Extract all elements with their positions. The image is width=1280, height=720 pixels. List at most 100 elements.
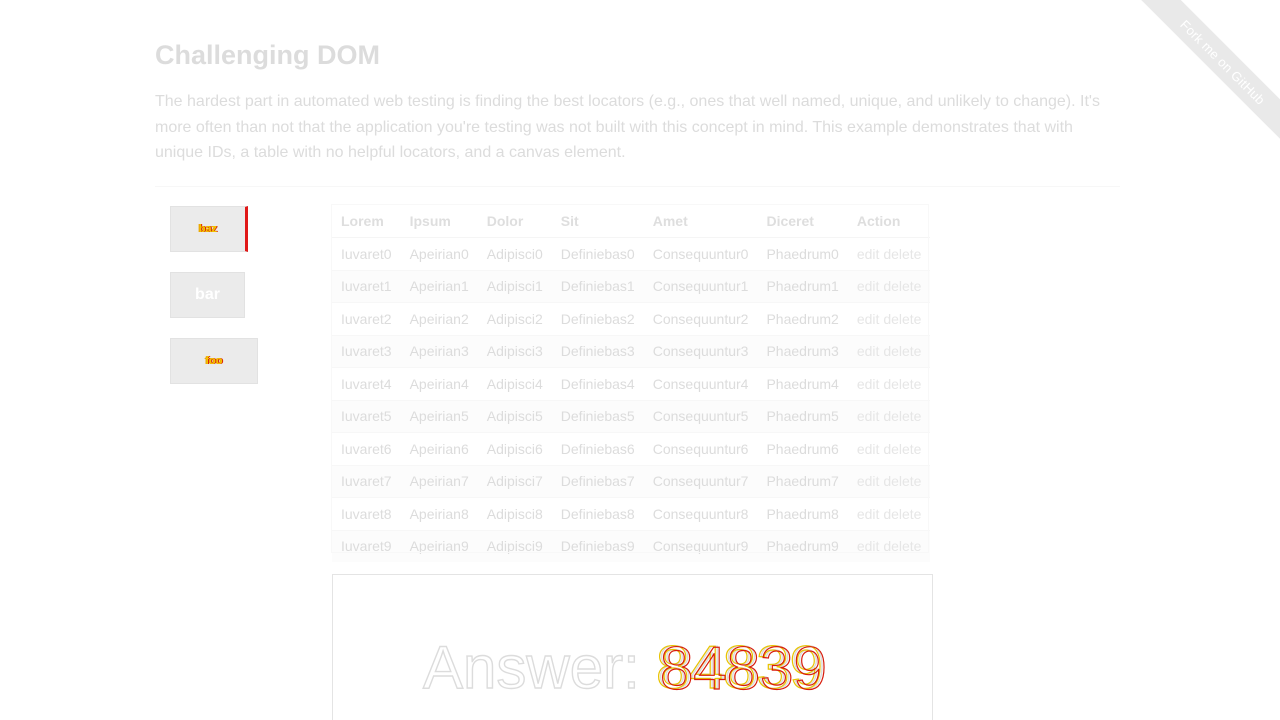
table-cell: Iuvaret0 (332, 237, 401, 270)
table-cell: Apeirian6 (400, 432, 478, 465)
table-cell: Apeirian2 (400, 302, 478, 335)
alert-button-label: baz (198, 223, 218, 235)
edit-link[interactable]: edit (857, 408, 880, 424)
table-cell: Definiebas2 (551, 302, 644, 335)
table-cell: Definiebas9 (551, 529, 644, 562)
github-ribbon[interactable]: Fork me on GitHub (1130, 0, 1280, 150)
table-cell: Consequuntur2 (643, 302, 758, 335)
table-row: Iuvaret9 Apeirian9 Adipisci9 Definiebas9 Con… (332, 529, 931, 562)
table-cell: Apeirian3 (400, 334, 478, 368)
column-header: Amet (643, 205, 758, 238)
table-cell: Phaedrum5 (757, 399, 848, 433)
page-description: The hardest part in automated web testin… (155, 93, 1100, 161)
edit-link[interactable]: edit (857, 376, 880, 392)
table-cell: Consequuntur4 (643, 367, 758, 400)
table-row: Iuvaret7 Apeirian7 Adipisci7 Definiebas7 Con… (332, 464, 931, 498)
action-cell: edit delete (847, 464, 931, 498)
delete-link[interactable]: delete (883, 278, 921, 294)
page-title: Challenging DOM (155, 40, 380, 70)
table-cell: Consequuntur3 (643, 334, 758, 368)
delete-link[interactable]: delete (883, 408, 921, 424)
edit-link[interactable]: edit (857, 441, 880, 457)
table-row: Iuvaret8 Apeirian8 Adipisci8 Definiebas8 Con… (332, 497, 931, 530)
table-cell: Definiebas5 (551, 399, 644, 433)
edit-link[interactable]: edit (857, 311, 880, 327)
table-cell: Consequuntur5 (643, 399, 758, 433)
delete-link[interactable]: delete (883, 311, 921, 327)
table-cell: Adipisci2 (477, 302, 552, 335)
table-cell: Definiebas6 (551, 432, 644, 465)
table-cell: Apeirian4 (400, 367, 478, 400)
table-row: Iuvaret3 Apeirian3 Adipisci3 Definiebas3 Con… (332, 334, 931, 368)
table-row: Iuvaret1 Apeirian1 Adipisci1 Definiebas1 Con… (332, 269, 931, 303)
table-cell: Adipisci1 (477, 269, 552, 303)
table-cell: Consequuntur8 (643, 497, 758, 530)
delete-link[interactable]: delete (883, 441, 921, 457)
table-cell: Iuvaret9 (332, 529, 401, 562)
table-cell: Consequuntur9 (643, 529, 758, 562)
answer-digits-glitch-layer: 84839 (660, 635, 827, 702)
table-cell: Adipisci7 (477, 464, 552, 498)
table-row: Iuvaret4 Apeirian4 Adipisci4 Definiebas4 Con… (332, 367, 931, 400)
delete-link[interactable]: delete (883, 538, 921, 554)
edit-link[interactable]: edit (857, 473, 880, 489)
table-cell: Iuvaret4 (332, 367, 401, 400)
answer-prefix: Answer: (423, 634, 640, 701)
success-button[interactable]: foo (170, 338, 258, 384)
table-cell: Phaedrum0 (757, 237, 848, 270)
table-cell: Apeirian1 (400, 269, 478, 303)
table-cell: Adipisci5 (477, 399, 552, 433)
table-cell: Phaedrum3 (757, 334, 848, 368)
edit-link[interactable]: edit (857, 246, 880, 262)
edit-link[interactable]: edit (857, 506, 880, 522)
table-cell: Adipisci6 (477, 432, 552, 465)
action-cell: edit delete (847, 334, 931, 368)
table-cell: Iuvaret1 (332, 269, 401, 303)
edit-link[interactable]: edit (857, 538, 880, 554)
table-cell: Apeirian9 (400, 529, 478, 562)
alert-button[interactable]: baz (170, 206, 248, 252)
table-cell: Apeirian7 (400, 464, 478, 498)
table-body: Iuvaret0 Apeirian0 Adipisci0 Definiebas0 Con… (332, 237, 931, 562)
action-cell: edit delete (847, 269, 931, 303)
table-cell: Iuvaret8 (332, 497, 401, 530)
table-cell: Adipisci0 (477, 237, 552, 270)
plain-button-label: bar (195, 286, 220, 303)
table-cell: Phaedrum2 (757, 302, 848, 335)
table-row: Iuvaret0 Apeirian0 Adipisci0 Definiebas0 Con… (332, 237, 931, 270)
column-header: Lorem (332, 205, 401, 238)
table-cell: Phaedrum4 (757, 367, 848, 400)
table-cell: Adipisci8 (477, 497, 552, 530)
edit-link[interactable]: edit (857, 278, 880, 294)
table-row: Iuvaret6 Apeirian6 Adipisci6 Definiebas6 Con… (332, 432, 931, 465)
table-row: Iuvaret5 Apeirian5 Adipisci5 Definiebas5 Con… (332, 399, 931, 433)
delete-link[interactable]: delete (883, 473, 921, 489)
table-cell: Apeirian5 (400, 399, 478, 433)
column-header: Diceret (757, 205, 848, 238)
column-header: Dolor (477, 205, 552, 238)
divider (155, 186, 1120, 187)
edit-link[interactable]: edit (857, 343, 880, 359)
table-cell: Consequuntur1 (643, 269, 758, 303)
table-cell: Consequuntur0 (643, 237, 758, 270)
table-cell: Definiebas3 (551, 334, 644, 368)
table-cell: Iuvaret7 (332, 464, 401, 498)
table-cell: Iuvaret3 (332, 334, 401, 368)
table-cell: Definiebas7 (551, 464, 644, 498)
delete-link[interactable]: delete (883, 246, 921, 262)
table-cell: Apeirian8 (400, 497, 478, 530)
delete-link[interactable]: delete (883, 376, 921, 392)
delete-link[interactable]: delete (883, 506, 921, 522)
page: Challenging DOM The hardest part in auto… (0, 0, 1280, 720)
table-header-row: Lorem Ipsum Dolor Sit Amet Diceret Actio… (332, 205, 931, 238)
action-cell: edit delete (847, 237, 931, 270)
table-cell: Phaedrum7 (757, 464, 848, 498)
answer-canvas: Answer: 84839 84839 84839 (332, 574, 933, 720)
table-cell: Consequuntur6 (643, 432, 758, 465)
table-cell: Iuvaret6 (332, 432, 401, 465)
delete-link[interactable]: delete (883, 343, 921, 359)
table-cell: Iuvaret2 (332, 302, 401, 335)
plain-button[interactable]: bar (170, 272, 245, 318)
action-cell: edit delete (847, 497, 931, 530)
fork-me-link[interactable]: Fork me on GitHub (1131, 0, 1280, 150)
